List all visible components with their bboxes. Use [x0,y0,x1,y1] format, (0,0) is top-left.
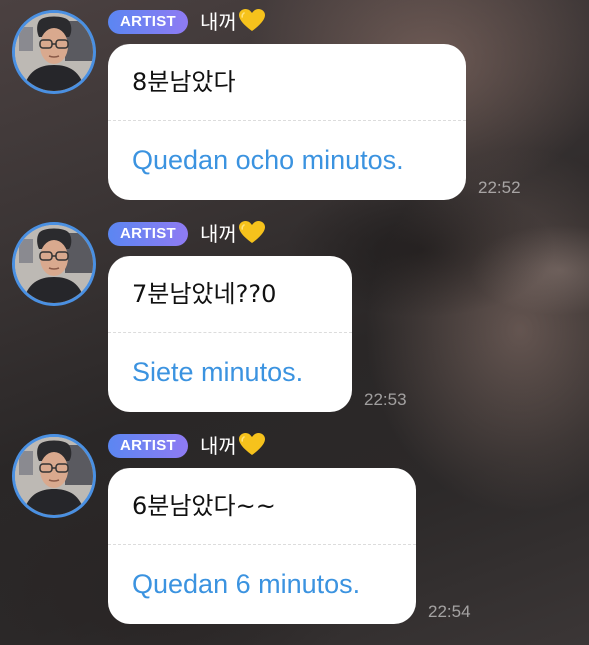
translated-text: Siete minutos. [132,357,304,387]
original-text: 7분남았네??0 [132,280,277,308]
yellow-heart-icon [238,9,265,39]
message-timestamp: 22:52 [478,178,521,197]
original-text: 8분남았다 [132,68,236,96]
sender-name: 내꺼 [200,9,265,39]
sender-name: 내꺼 [200,221,265,251]
artist-badge: ARTIST [108,10,188,34]
sender-label: 내꺼 [200,222,237,246]
chat-message: ARTIST 내꺼 8분남았다 Quedan ocho minutos. 22:… [0,0,589,212]
avatar-photo-icon [15,13,93,91]
artist-avatar[interactable] [12,10,96,94]
original-text: 6분남았다~~ [132,492,276,520]
translated-text: Quedan ocho minutos. [132,145,404,175]
message-bubble[interactable]: 7분남았네??0 Siete minutos. [108,256,352,412]
sender-name: 내꺼 [200,433,265,463]
bubble-divider [108,120,466,121]
chat-message: ARTIST 내꺼 6분남았다~~ Quedan 6 minutos. 22:5… [0,424,589,636]
artist-badge: ARTIST [108,222,188,246]
chat-message: ARTIST 내꺼 7분남았네??0 Siete minutos. 22:53 [0,212,589,424]
message-timestamp: 22:53 [364,390,407,409]
yellow-heart-icon [238,221,265,251]
avatar-photo-icon [15,225,93,303]
message-bubble[interactable]: 8분남았다 Quedan ocho minutos. [108,44,466,200]
message-timestamp: 22:54 [428,602,471,621]
translated-text: Quedan 6 minutos. [132,569,361,599]
message-bubble[interactable]: 6분남았다~~ Quedan 6 minutos. [108,468,416,624]
yellow-heart-icon [238,433,265,463]
bubble-divider [108,544,416,545]
bubble-divider [108,332,352,333]
sender-label: 내꺼 [200,10,237,34]
sender-label: 내꺼 [200,434,237,458]
artist-avatar[interactable] [12,222,96,306]
artist-avatar[interactable] [12,434,96,518]
artist-badge: ARTIST [108,434,188,458]
avatar-photo-icon [15,437,93,515]
